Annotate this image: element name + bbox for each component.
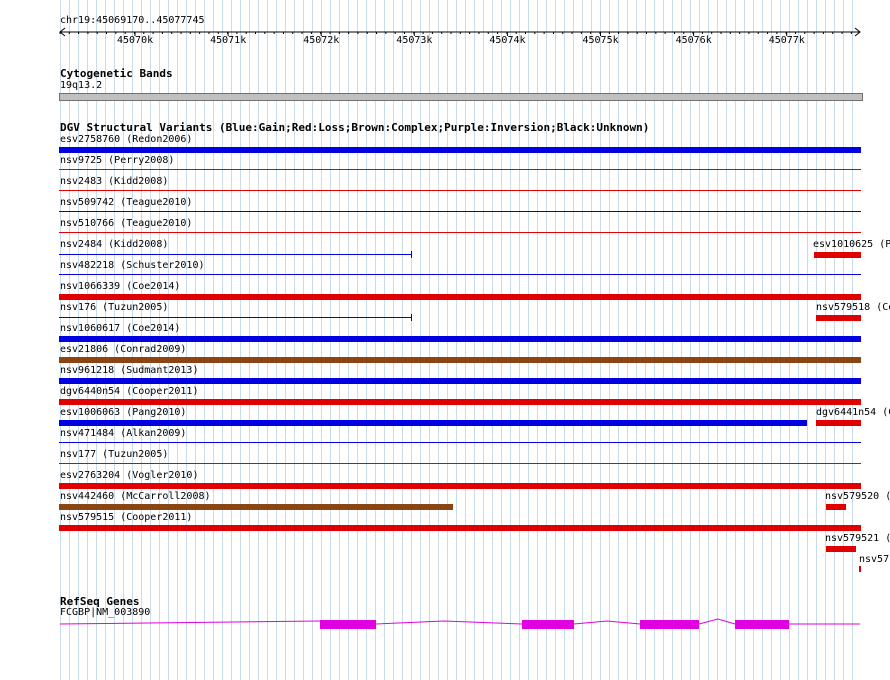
variant-line-gain[interactable]	[59, 254, 412, 255]
variant-label: nsv471484 (Alkan2009)	[60, 428, 187, 439]
variant-bar-complex[interactable]	[59, 504, 453, 510]
exon	[522, 620, 574, 629]
variant-label-right: nsv579520 (	[825, 491, 890, 502]
variant-bar-loss[interactable]	[59, 399, 861, 405]
variant-label-right: esv1010625 (P	[813, 239, 890, 250]
exon	[640, 620, 699, 629]
cyto-band-label: 19q13.2	[60, 80, 103, 91]
variant-label: nsv1060617 (Coe2014)	[60, 323, 181, 334]
variant-bar-loss[interactable]	[816, 315, 861, 321]
variant-line-loss[interactable]	[59, 232, 861, 233]
variant-line-loss[interactable]	[59, 190, 861, 191]
variant-bar-gain[interactable]	[59, 420, 807, 426]
variant-bar-complex[interactable]	[59, 357, 861, 363]
ruler-tick-label: 45077k	[768, 35, 805, 46]
ruler-tick-label: 45071k	[210, 35, 247, 46]
variant-label: nsv961218 (Sudmant2013)	[60, 365, 199, 376]
variant-bar-loss[interactable]	[59, 294, 861, 300]
variant-end-tick	[411, 251, 412, 258]
ruler-tick-label: 45070k	[117, 35, 154, 46]
variant-end-tick	[411, 314, 412, 321]
dgv-track-title: DGV Structural Variants (Blue:Gain;Red:L…	[60, 121, 650, 134]
variant-label: esv1006063 (Pang2010)	[60, 407, 187, 418]
ruler-tick-label: 45076k	[675, 35, 712, 46]
variant-label: nsv442460 (McCarroll2008)	[60, 491, 211, 502]
variant-label: dgv6440n54 (Cooper2011)	[60, 386, 199, 397]
variant-label: nsv510766 (Teague2010)	[60, 218, 193, 229]
variant-label-right: dgv6441n54 (C	[816, 407, 890, 418]
variant-label: nsv1066339 (Coe2014)	[60, 281, 181, 292]
variant-bar-loss[interactable]	[826, 546, 856, 552]
ruler-tick-label: 45072k	[303, 35, 340, 46]
cyto-track-title: Cytogenetic Bands	[60, 67, 173, 80]
variant-line-loss[interactable]	[59, 463, 861, 464]
variant-label-right: nsv579518 (Co	[816, 302, 890, 313]
variant-line-gain[interactable]	[59, 274, 861, 275]
variant-label: nsv176 (Tuzun2005)	[60, 302, 169, 313]
variant-label: esv2758760 (Redon2006)	[60, 134, 193, 145]
variant-label: nsv482218 (Schuster2010)	[60, 260, 205, 271]
gene-model[interactable]	[58, 615, 864, 635]
variant-label-right: nsv579521 (	[825, 533, 890, 544]
variant-bar-loss[interactable]	[59, 525, 861, 531]
variant-bar-loss[interactable]	[826, 504, 846, 510]
variant-bar-loss[interactable]	[814, 252, 861, 258]
exon	[320, 620, 376, 629]
variant-bar-loss[interactable]	[816, 420, 861, 426]
variant-line-gain[interactable]	[59, 442, 861, 443]
variant-label: nsv9725 (Perry2008)	[60, 155, 175, 166]
ruler-axis[interactable]	[58, 26, 864, 48]
variant-line-gain[interactable]	[59, 317, 412, 318]
variant-label: nsv2484 (Kidd2008)	[60, 239, 169, 250]
cyto-band-bar[interactable]	[59, 93, 863, 101]
ruler-tick-label: 45075k	[582, 35, 619, 46]
variant-bar-loss[interactable]	[59, 483, 861, 489]
variant-line-loss[interactable]	[59, 169, 861, 170]
variant-label: nsv177 (Tuzun2005)	[60, 449, 169, 460]
variant-bar-gain[interactable]	[59, 378, 861, 384]
variant-bar-gain[interactable]	[59, 336, 861, 342]
variant-label-right: nsv57	[859, 554, 890, 565]
variant-label: nsv509742 (Teague2010)	[60, 197, 193, 208]
variant-label: esv2763204 (Vogler2010)	[60, 470, 199, 481]
variant-line-gain[interactable]	[59, 211, 861, 212]
variant-bar-gain[interactable]	[59, 147, 861, 153]
variant-label: esv21806 (Conrad2009)	[60, 344, 187, 355]
variant-label: nsv579515 (Cooper2011)	[60, 512, 193, 523]
ruler-tick-label: 45073k	[396, 35, 433, 46]
variant-label: nsv2483 (Kidd2008)	[60, 176, 169, 187]
ruler-tick-label: 45074k	[489, 35, 526, 46]
variant-bar-loss[interactable]	[859, 566, 861, 572]
exon	[735, 620, 789, 629]
